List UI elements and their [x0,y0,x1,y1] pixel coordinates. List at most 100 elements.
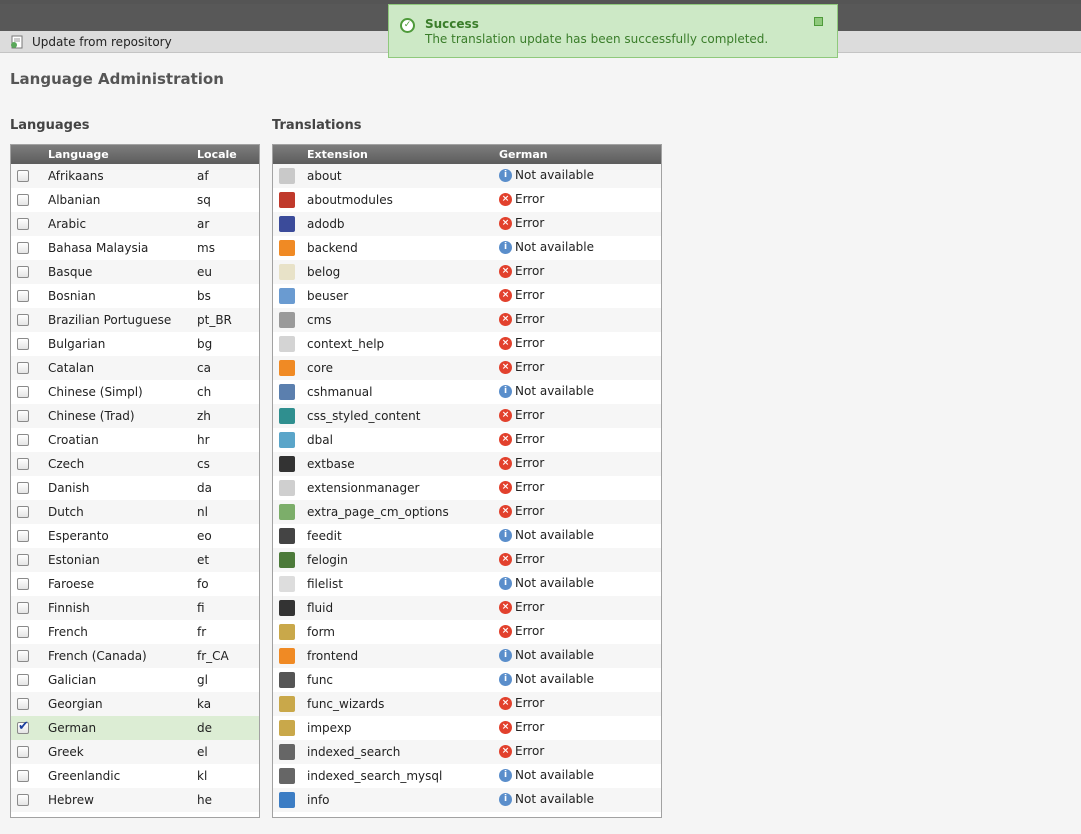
translation-row: felogin × Error [273,548,661,572]
error-icon: × [499,504,512,518]
language-checkbox[interactable] [17,218,29,230]
error-icon: × [499,624,512,638]
translations-table: Extension German about i Not available abou… [272,144,662,818]
language-checkbox[interactable] [17,242,29,254]
language-checkbox[interactable] [17,794,29,806]
language-checkbox[interactable] [17,410,29,422]
language-checkbox[interactable] [17,170,29,182]
language-row[interactable]: Bahasa Malaysia ms [11,236,259,260]
language-row[interactable]: Brazilian Portuguese pt_BR [11,308,259,332]
language-checkbox[interactable] [17,266,29,278]
language-row[interactable]: Albanian sq [11,188,259,212]
language-row[interactable]: German de [11,716,259,740]
language-checkbox[interactable] [17,578,29,590]
translation-status: × Error [499,264,544,278]
language-row[interactable]: French fr [11,620,259,644]
extension-name: context_help [307,337,385,351]
frontend-extension-icon [279,648,295,664]
error-icon: × [499,480,512,494]
language-row[interactable]: Georgian ka [11,692,259,716]
language-checkbox[interactable] [17,746,29,758]
language-row[interactable]: Finnish fi [11,596,259,620]
indexed-search-extension-icon [279,744,295,760]
language-name: Bosnian [48,289,96,303]
language-row[interactable]: Danish da [11,476,259,500]
language-checkbox[interactable] [17,314,29,326]
language-checkbox[interactable] [17,482,29,494]
language-name: Georgian [48,697,103,711]
language-locale: bs [197,289,211,303]
language-name: Chinese (Trad) [48,409,135,423]
update-from-repository-button[interactable]: Update from repository [10,34,172,50]
language-row[interactable]: Galician gl [11,668,259,692]
language-name: Basque [48,265,93,279]
language-row[interactable]: Basque eu [11,260,259,284]
language-locale: el [197,745,208,759]
language-checkbox[interactable] [17,362,29,374]
extension-name: extra_page_cm_options [307,505,449,519]
translation-row: cshmanual i Not available [273,380,661,404]
extension-name: frontend [307,649,359,663]
language-row[interactable]: Chinese (Simpl) ch [11,380,259,404]
func-extension-icon [279,672,295,688]
language-row[interactable]: Czech cs [11,452,259,476]
translation-row: core × Error [273,356,661,380]
language-checkbox[interactable] [17,626,29,638]
language-locale: he [197,793,212,807]
language-row[interactable]: Esperanto eo [11,524,259,548]
status-text: Not available [515,768,595,782]
language-checkbox[interactable] [17,386,29,398]
language-checkbox[interactable] [17,770,29,782]
language-checkbox[interactable] [17,554,29,566]
language-row[interactable]: Greek el [11,740,259,764]
extbase-extension-icon [279,456,295,472]
status-text: Error [515,552,545,566]
extension-name: feedit [307,529,342,543]
language-locale: gl [197,673,208,687]
language-checkbox[interactable] [17,650,29,662]
language-checkbox[interactable] [17,698,29,710]
language-checkbox[interactable] [17,506,29,518]
extension-name: filelist [307,577,343,591]
language-row[interactable]: Hebrew he [11,788,259,812]
language-checkbox[interactable] [17,530,29,542]
extension-name: dbal [307,433,333,447]
language-locale: ka [197,697,212,711]
language-row[interactable]: Estonian et [11,548,259,572]
error-icon: × [499,432,512,446]
language-row[interactable]: Arabic ar [11,212,259,236]
language-row[interactable]: Bulgarian bg [11,332,259,356]
translation-row: impexp × Error [273,716,661,740]
language-row[interactable]: Bosnian bs [11,284,259,308]
translations-table-header: Extension German [273,145,661,164]
status-text: Not available [515,648,595,662]
language-row[interactable]: Afrikaans af [11,164,259,188]
language-row[interactable]: Croatian hr [11,428,259,452]
language-row[interactable]: Catalan ca [11,356,259,380]
document-update-icon [10,35,24,49]
language-checkbox[interactable] [17,290,29,302]
language-locale: sq [197,193,211,207]
felogin-extension-icon [279,552,295,568]
language-checkbox[interactable] [17,338,29,350]
page-title: Language Administration [10,70,224,88]
info-icon: i [499,168,512,182]
language-locale: de [197,721,212,735]
language-row[interactable]: Greenlandic kl [11,764,259,788]
language-row[interactable]: French (Canada) fr_CA [11,644,259,668]
language-checkbox[interactable] [17,674,29,686]
language-row[interactable]: Chinese (Trad) zh [11,404,259,428]
language-checkbox[interactable] [17,602,29,614]
language-row[interactable]: Faroese fo [11,572,259,596]
flash-close-icon[interactable] [814,17,823,26]
status-text: Error [515,360,545,374]
language-row[interactable]: Dutch nl [11,500,259,524]
language-checkbox[interactable] [17,434,29,446]
language-checkbox[interactable] [17,458,29,470]
error-icon: × [499,216,512,230]
language-checkbox[interactable] [17,719,29,734]
core-extension-icon [279,360,295,376]
translation-row: extra_page_cm_options × Error [273,500,661,524]
language-checkbox[interactable] [17,194,29,206]
status-text: Not available [515,672,595,686]
